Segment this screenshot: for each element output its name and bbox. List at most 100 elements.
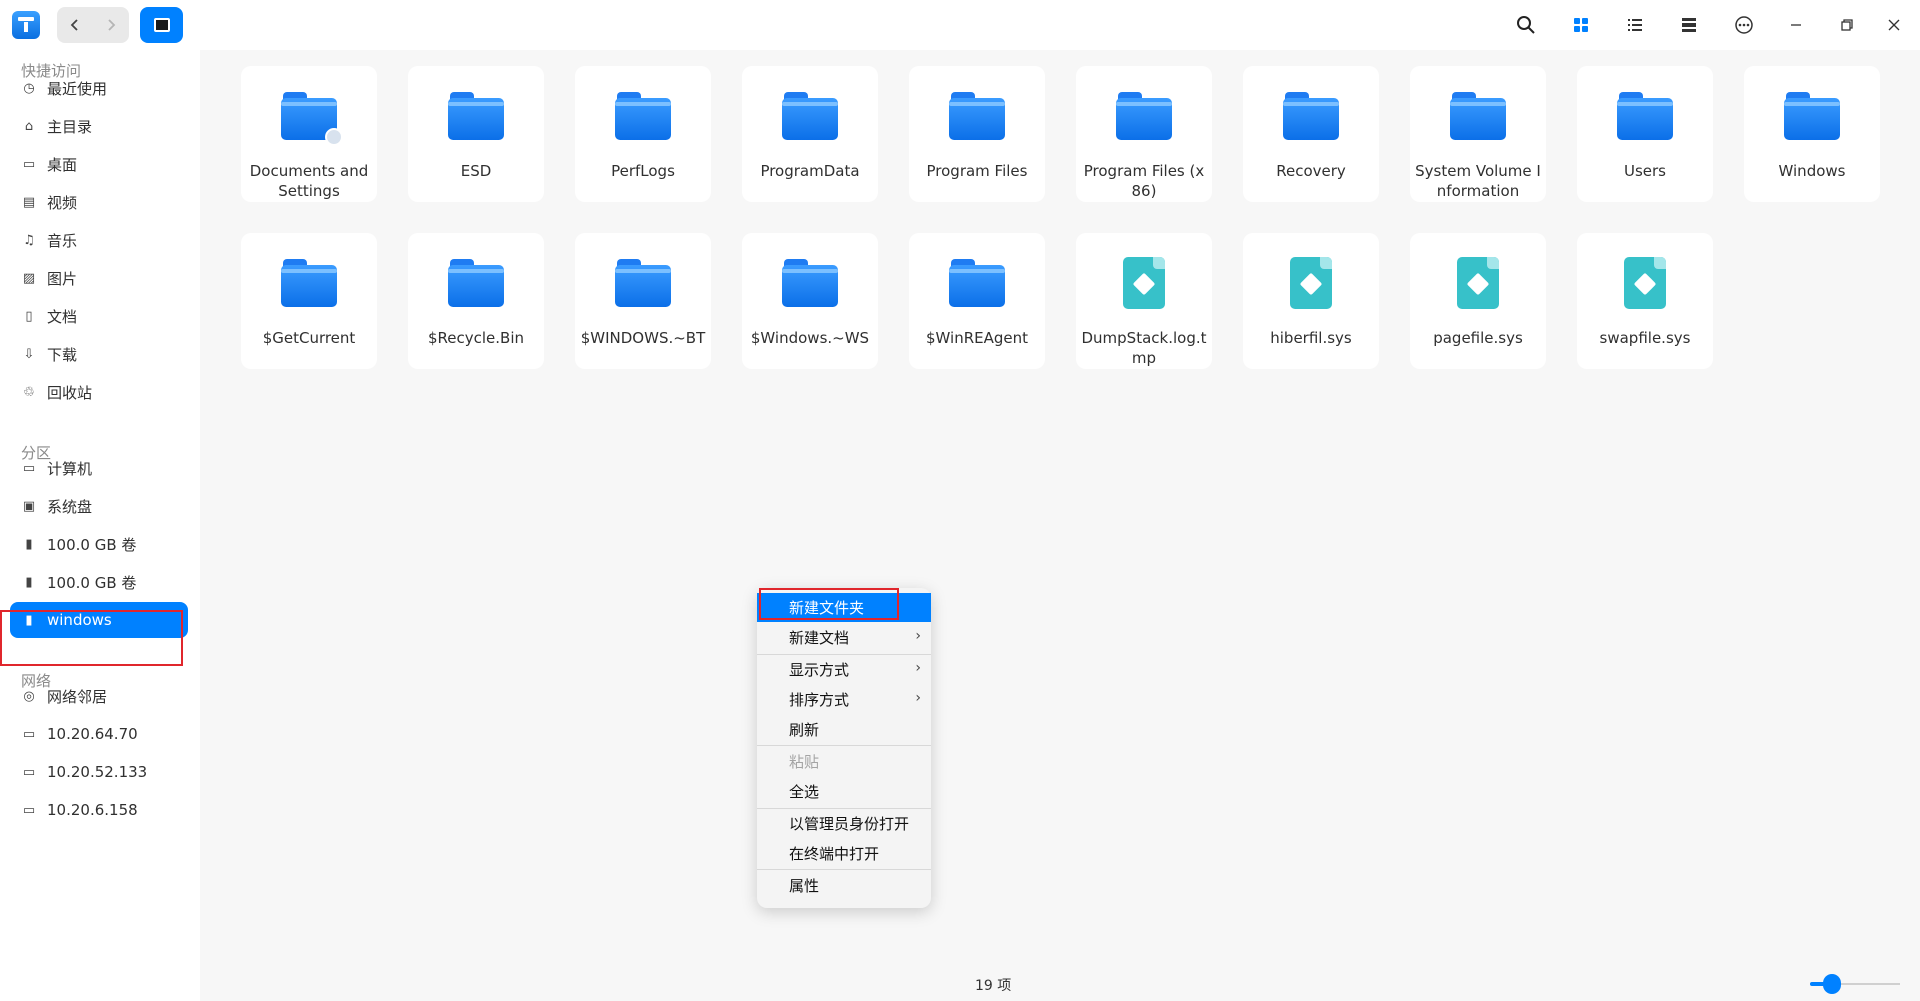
menu-item-paste[interactable]: 粘贴 [757, 747, 931, 776]
file-item[interactable]: System Volume Information [1410, 66, 1546, 202]
sidebar-item-music[interactable]: ♫ 音乐 [10, 222, 188, 258]
file-name: Documents and Settings [249, 162, 369, 200]
more-icon [1735, 16, 1753, 34]
menu-item-label: 以管理员身份打开 [789, 815, 910, 833]
link-badge-icon [325, 128, 343, 146]
file-item[interactable]: swapfile.sys [1577, 233, 1713, 369]
detail-view-button[interactable] [1674, 11, 1704, 39]
computer-icon: ▭ [22, 460, 36, 476]
file-name: $WinREAgent [925, 329, 1029, 347]
file-item[interactable]: Users [1577, 66, 1713, 202]
system-file-icon [1123, 257, 1165, 309]
folder-icon [1450, 92, 1506, 140]
menu-item-properties[interactable]: 属性 [757, 871, 931, 900]
icon-view-button[interactable] [1566, 11, 1596, 39]
file-item[interactable]: $WinREAgent [909, 233, 1045, 369]
close-button[interactable] [1879, 11, 1909, 39]
sidebar-item-volume-2[interactable]: ▮ 100.0 GB 卷 [10, 564, 188, 600]
file-item[interactable]: DumpStack.log.tmp [1076, 233, 1212, 369]
sidebar-item-computer[interactable]: ▭ 计算机 [10, 450, 188, 486]
folder-icon [1784, 92, 1840, 140]
system-disk-icon: ▣ [22, 498, 36, 514]
file-name: Windows [1778, 162, 1846, 180]
sidebar-item-share-1[interactable]: ▭ 10.20.64.70 [10, 716, 188, 752]
menu-item-refresh[interactable]: 刷新 [757, 715, 931, 744]
back-button[interactable] [57, 7, 93, 43]
list-view-button[interactable] [1620, 11, 1650, 39]
folder-icon [615, 92, 671, 140]
network-icon: ◎ [23, 688, 35, 704]
file-item[interactable]: Windows [1744, 66, 1880, 202]
file-name: $Recycle.Bin [427, 329, 525, 347]
more-menu-button[interactable] [1729, 11, 1759, 39]
menu-item-label: 排序方式 [789, 691, 850, 709]
sidebar-item-home[interactable]: ⌂ 主目录 [10, 108, 188, 144]
sidebar-item-documents[interactable]: ▯ 文档 [10, 298, 188, 334]
forward-button[interactable] [93, 7, 129, 43]
folder-icon [281, 259, 337, 307]
file-name: ESD [460, 162, 492, 180]
grid-icon [1574, 18, 1588, 32]
sidebar-item-label: 图片 [47, 269, 78, 288]
chevron-right-icon: › [915, 628, 921, 644]
chevron-right-icon [108, 19, 116, 31]
file-item[interactable]: PerfLogs [575, 66, 711, 202]
folder-outline-icon: ▭ [22, 726, 36, 742]
sidebar-item-network-neighborhood[interactable]: ◎ 网络邻居 [10, 678, 188, 714]
menu-item-open-in-terminal[interactable]: 在终端中打开 [757, 839, 931, 868]
sidebar: 快捷访问 ◷ 最近使用 ⌂ 主目录 ▭ 桌面 ▤ 视频 ♫ 音乐 ▨ 图片 ▯ 文档 ⇩ 下载 … [0, 50, 200, 1001]
search-icon [1517, 16, 1535, 34]
file-item[interactable]: Program Files [909, 66, 1045, 202]
menu-item-display-mode[interactable]: 显示方式 › [757, 655, 931, 684]
sidebar-item-label: 计算机 [47, 459, 93, 478]
file-manager-logo-icon [12, 11, 40, 39]
file-item[interactable]: hiberfil.sys [1243, 233, 1379, 369]
file-item[interactable]: $Recycle.Bin [408, 233, 544, 369]
minimize-button[interactable] [1781, 11, 1811, 39]
sidebar-item-label: 100.0 GB 卷 [47, 573, 137, 592]
file-item[interactable]: ESD [408, 66, 544, 202]
folder-icon [782, 92, 838, 140]
file-item[interactable]: Recovery [1243, 66, 1379, 202]
title-bar [0, 0, 1920, 50]
picture-icon: ▨ [22, 270, 36, 286]
icon-size-slider-handle[interactable] [1823, 974, 1841, 994]
sidebar-item-desktop[interactable]: ▭ 桌面 [10, 146, 188, 182]
sidebar-item-system-disk[interactable]: ▣ 系统盘 [10, 488, 188, 524]
sidebar-item-volume-1[interactable]: ▮ 100.0 GB 卷 [10, 526, 188, 562]
menu-item-label: 显示方式 [789, 661, 850, 679]
file-item[interactable]: ProgramData [742, 66, 878, 202]
sidebar-item-videos[interactable]: ▤ 视频 [10, 184, 188, 220]
menu-item-open-as-admin[interactable]: 以管理员身份打开 [757, 809, 931, 838]
menu-item-select-all[interactable]: 全选 [757, 777, 931, 806]
file-item[interactable]: Program Files (x86) [1076, 66, 1212, 202]
menu-item-new-document[interactable]: 新建文档 › [757, 623, 931, 652]
search-button[interactable] [1511, 11, 1541, 39]
file-item[interactable]: pagefile.sys [1410, 233, 1546, 369]
file-item[interactable]: $GetCurrent [241, 233, 377, 369]
navigation-buttons [57, 7, 129, 43]
menu-item-sort-by[interactable]: 排序方式 › [757, 685, 931, 714]
sidebar-item-share-3[interactable]: ▭ 10.20.6.158 [10, 792, 188, 828]
file-item[interactable]: $WINDOWS.~BT [575, 233, 711, 369]
file-item[interactable]: Documents and Settings [241, 66, 377, 202]
sidebar-item-label: 网络邻居 [47, 687, 108, 706]
breadcrumb-windows-drive[interactable] [140, 7, 183, 43]
sidebar-item-pictures[interactable]: ▨ 图片 [10, 260, 188, 296]
clock-icon: ◷ [23, 80, 35, 96]
file-name: Recovery [1276, 162, 1346, 180]
download-icon: ⇩ [23, 346, 35, 362]
sidebar-item-recent[interactable]: ◷ 最近使用 [10, 70, 188, 106]
folder-icon [1116, 92, 1172, 140]
restore-button[interactable] [1832, 11, 1862, 39]
file-name: Users [1623, 162, 1666, 180]
folder-icon [615, 259, 671, 307]
sidebar-item-downloads[interactable]: ⇩ 下载 [10, 336, 188, 372]
context-menu: 新建文件夹 新建文档 › 显示方式 › 排序方式 › 刷新 粘贴 全选 以管理员身份打… [757, 588, 931, 908]
folder-icon [1283, 92, 1339, 140]
sidebar-item-trash[interactable]: ♲ 回收站 [10, 374, 188, 410]
sidebar-item-share-2[interactable]: ▭ 10.20.52.133 [10, 754, 188, 790]
file-item[interactable]: $Windows.~WS [742, 233, 878, 369]
sidebar-item-label: 系统盘 [47, 497, 93, 516]
sidebar-item-label: 10.20.64.70 [47, 725, 138, 743]
